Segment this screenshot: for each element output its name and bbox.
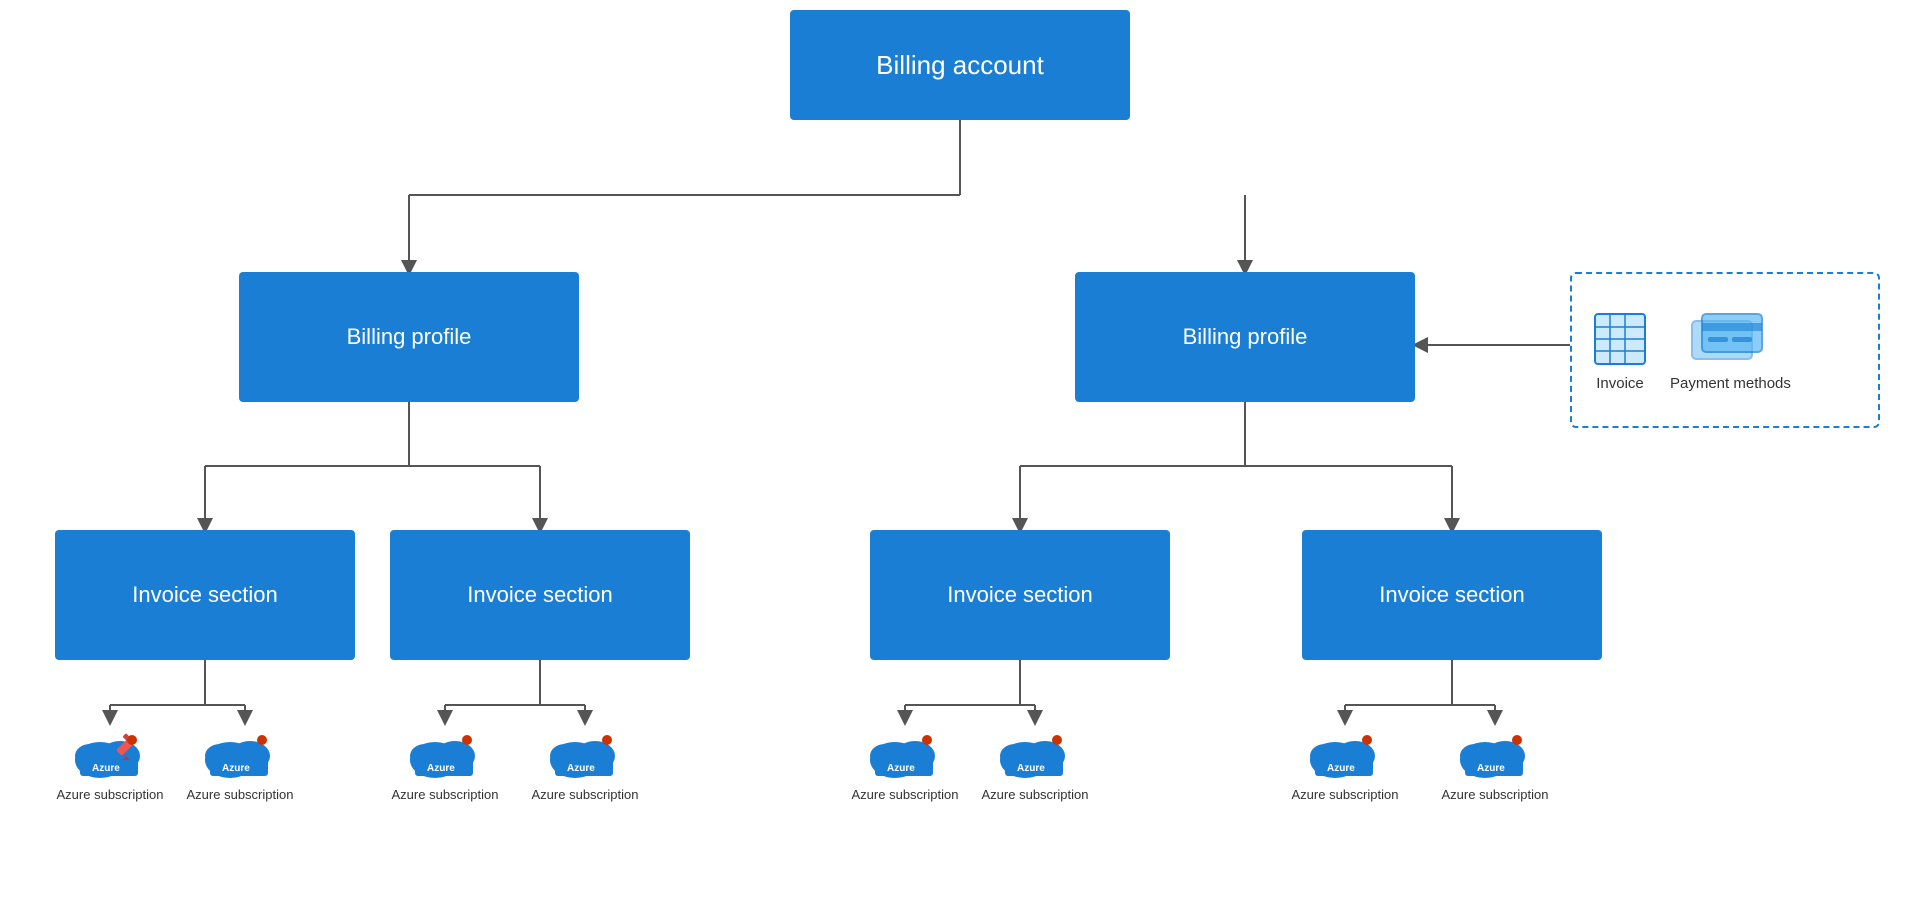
svg-text:Azure: Azure bbox=[1327, 763, 1355, 774]
svg-text:Azure: Azure bbox=[567, 763, 595, 774]
azure-sub-2: Azure Azure subscription bbox=[185, 718, 295, 802]
invoice-section-1-node: Invoice section bbox=[55, 530, 355, 660]
azure-sub-1: Azure Azure subscription bbox=[55, 718, 165, 802]
invoice-section-4-node: Invoice section bbox=[1302, 530, 1602, 660]
svg-text:Azure: Azure bbox=[222, 763, 250, 774]
invoice-label: Invoice bbox=[1596, 375, 1644, 392]
billing-profile-left-node: Billing profile bbox=[239, 272, 579, 402]
azure-icon-5: Azure bbox=[865, 718, 945, 783]
diagram: Billing account Billing profile Billing … bbox=[0, 0, 1925, 898]
azure-sub-1-label: Azure subscription bbox=[57, 787, 164, 802]
svg-text:Azure: Azure bbox=[427, 763, 455, 774]
billing-account-node: Billing account bbox=[790, 10, 1130, 120]
azure-sub-5: Azure Azure subscription bbox=[850, 718, 960, 802]
svg-text:Azure: Azure bbox=[1017, 763, 1045, 774]
azure-sub-2-label: Azure subscription bbox=[187, 787, 294, 802]
azure-sub-4: Azure Azure subscription bbox=[530, 718, 640, 802]
azure-icon-6: Azure bbox=[995, 718, 1075, 783]
svg-text:Azure: Azure bbox=[1477, 763, 1505, 774]
azure-sub-7: Azure Azure subscription bbox=[1290, 718, 1400, 802]
payment-methods-label: Payment methods bbox=[1670, 375, 1791, 392]
invoice-item: Invoice bbox=[1590, 309, 1650, 392]
azure-sub-3: Azure Azure subscription bbox=[390, 718, 500, 802]
azure-icon-4: Azure bbox=[545, 718, 625, 783]
azure-sub-8: Azure Azure subscription bbox=[1440, 718, 1550, 802]
payment-methods-item: Payment methods bbox=[1670, 309, 1791, 392]
azure-icon-7: Azure bbox=[1305, 718, 1385, 783]
azure-sub-8-label: Azure subscription bbox=[1442, 787, 1549, 802]
svg-text:Azure: Azure bbox=[92, 763, 120, 774]
azure-sub-3-label: Azure subscription bbox=[392, 787, 499, 802]
invoice-section-3-node: Invoice section bbox=[870, 530, 1170, 660]
azure-sub-6-label: Azure subscription bbox=[982, 787, 1089, 802]
azure-sub-7-label: Azure subscription bbox=[1292, 787, 1399, 802]
azure-sub-5-label: Azure subscription bbox=[852, 787, 959, 802]
azure-icon-3: Azure bbox=[405, 718, 485, 783]
payment-icon bbox=[1690, 309, 1770, 369]
azure-icon-2: Azure bbox=[200, 718, 280, 783]
azure-icon-1: Azure bbox=[70, 718, 150, 783]
billing-profile-right-node: Billing profile bbox=[1075, 272, 1415, 402]
invoice-payment-box: Invoice Payment methods bbox=[1570, 272, 1880, 428]
svg-text:Azure: Azure bbox=[887, 763, 915, 774]
azure-sub-4-label: Azure subscription bbox=[532, 787, 639, 802]
invoice-icon bbox=[1590, 309, 1650, 369]
azure-sub-6: Azure Azure subscription bbox=[980, 718, 1090, 802]
invoice-section-2-node: Invoice section bbox=[390, 530, 690, 660]
azure-icon-8: Azure bbox=[1455, 718, 1535, 783]
